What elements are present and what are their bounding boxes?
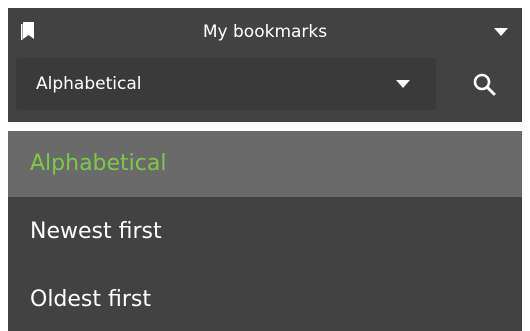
chevron-down-icon	[396, 80, 410, 88]
chevron-down-icon[interactable]	[494, 28, 508, 37]
header-bar[interactable]: My bookmarks	[8, 8, 522, 56]
bookmarks-panel: My bookmarks Alphabetical	[8, 8, 522, 122]
search-icon	[473, 73, 496, 96]
sort-options-list: Alphabetical Newest first Oldest first	[8, 131, 522, 331]
header-title: My bookmarks	[202, 22, 328, 42]
bookmarks-sort-menu: My bookmarks Alphabetical Alphabetical N…	[0, 0, 530, 331]
sort-option-oldest-first[interactable]: Oldest first	[8, 267, 522, 331]
option-label: Newest first	[30, 219, 162, 244]
sort-option-newest-first[interactable]: Newest first	[8, 199, 522, 265]
search-button[interactable]	[450, 58, 522, 110]
sort-order-value: Alphabetical	[36, 74, 142, 94]
option-label: Oldest first	[30, 287, 151, 312]
sort-option-alphabetical[interactable]: Alphabetical	[8, 131, 522, 197]
option-label: Alphabetical	[30, 151, 167, 176]
sort-order-select[interactable]: Alphabetical	[16, 58, 436, 110]
